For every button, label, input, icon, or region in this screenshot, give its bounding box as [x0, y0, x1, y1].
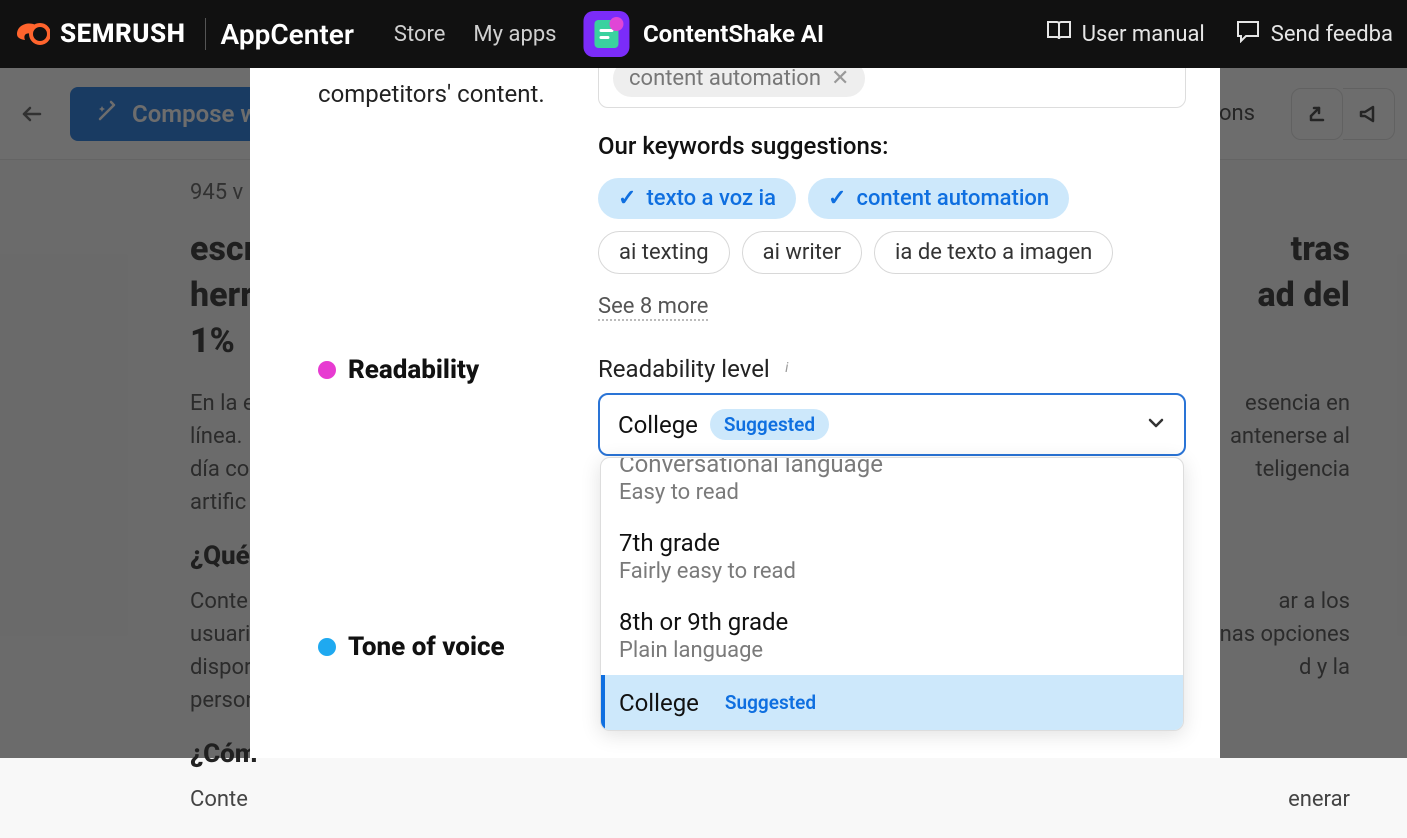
option-title: Conversational language — [619, 458, 1165, 478]
chip-label: content automation — [856, 186, 1049, 211]
check-icon: ✓ — [828, 186, 846, 211]
tone-label-text: Tone of voice — [348, 632, 505, 662]
option-sub: Fairly easy to read — [619, 559, 1165, 584]
option-title: 7th grade — [619, 529, 1165, 557]
chat-icon — [1235, 19, 1261, 49]
readability-option[interactable]: Conversational language Easy to read — [601, 458, 1183, 517]
suggested-badge: Suggested — [710, 409, 829, 440]
semrush-flame-icon — [14, 19, 50, 49]
chip-label: ai writer — [763, 240, 841, 265]
user-manual-link[interactable]: User manual — [1046, 19, 1205, 49]
readability-option[interactable]: 8th or 9th grade Plain language — [601, 596, 1183, 675]
readability-dot-icon — [318, 361, 336, 379]
dropdown-scroll[interactable]: Conversational language Easy to read 7th… — [601, 458, 1183, 730]
nav-store[interactable]: Store — [394, 22, 446, 47]
chip-label: ai texting — [619, 240, 709, 265]
keyword-chip[interactable]: ai texting — [598, 231, 730, 274]
readability-selected-value: College — [618, 411, 698, 439]
suggested-badge: Suggested — [711, 687, 830, 718]
remove-tag-icon[interactable]: ✕ — [831, 68, 849, 91]
app-name: ContentShake AI — [643, 20, 824, 48]
contentshake-app-icon — [583, 11, 629, 57]
tone-dot-icon — [318, 638, 336, 656]
readability-field-label: Readability level i — [598, 355, 1186, 383]
chevron-down-icon — [1146, 411, 1166, 439]
readability-select[interactable]: College Suggested Conversational languag… — [598, 393, 1186, 456]
see-more-keywords[interactable]: See 8 more — [598, 294, 708, 321]
keyword-chip[interactable]: ai writer — [742, 231, 862, 274]
option-sub: Plain language — [619, 638, 1165, 663]
divider — [205, 18, 206, 50]
keyword-chip-selected[interactable]: ✓ texto a voz ia — [598, 178, 796, 219]
tone-section-label: Tone of voice — [318, 632, 568, 662]
readability-option[interactable]: 7th grade Fairly easy to read — [601, 517, 1183, 596]
user-manual-label: User manual — [1082, 22, 1205, 47]
option-title: 8th or 9th grade — [619, 608, 1165, 636]
check-icon: ✓ — [618, 186, 636, 211]
keywords-intro: Our keywords suggestions: — [598, 132, 1186, 160]
competitors-hint: competitors' content. — [318, 78, 568, 110]
chip-label: ia de texto a imagen — [895, 240, 1092, 265]
keywords-tag-input[interactable]: content automation ✕ — [598, 68, 1186, 108]
brand[interactable]: SEMRUSH — [14, 19, 185, 49]
keyword-tag-label: content automation — [629, 68, 821, 91]
send-feedback-label: Send feedba — [1271, 22, 1393, 47]
readability-label-text: Readability — [348, 355, 479, 385]
article-p3: Conteenerar — [190, 783, 1350, 816]
send-feedback-link[interactable]: Send feedba — [1235, 19, 1393, 49]
keyword-chip-selected[interactable]: ✓ content automation — [808, 178, 1069, 219]
keyword-chip[interactable]: ia de texto a imagen — [874, 231, 1113, 274]
settings-modal: competitors' content. content automation… — [250, 68, 1220, 758]
appcenter-link[interactable]: AppCenter — [220, 18, 353, 51]
keyword-tag[interactable]: content automation ✕ — [613, 68, 865, 97]
option-sub: Easy to read — [619, 480, 1165, 505]
readability-section-label: Readability — [318, 355, 568, 385]
info-icon[interactable]: i — [778, 360, 796, 378]
topbar: SEMRUSH AppCenter Store My apps ContentS… — [0, 0, 1407, 68]
current-app[interactable]: ContentShake AI — [583, 11, 824, 57]
nav-myapps[interactable]: My apps — [473, 22, 556, 47]
chip-label: texto a voz ia — [646, 186, 776, 211]
brand-text: SEMRUSH — [60, 19, 185, 49]
readability-dropdown: Conversational language Easy to read 7th… — [600, 457, 1184, 731]
book-icon — [1046, 19, 1072, 49]
option-title: College Suggested — [619, 687, 1165, 718]
nav-links: Store My apps — [394, 22, 557, 47]
readability-option-active[interactable]: College Suggested — [601, 675, 1183, 730]
keyword-chips: ✓ texto a voz ia ✓ content automation ai… — [598, 178, 1186, 274]
topbar-right: User manual Send feedba — [1046, 19, 1393, 49]
